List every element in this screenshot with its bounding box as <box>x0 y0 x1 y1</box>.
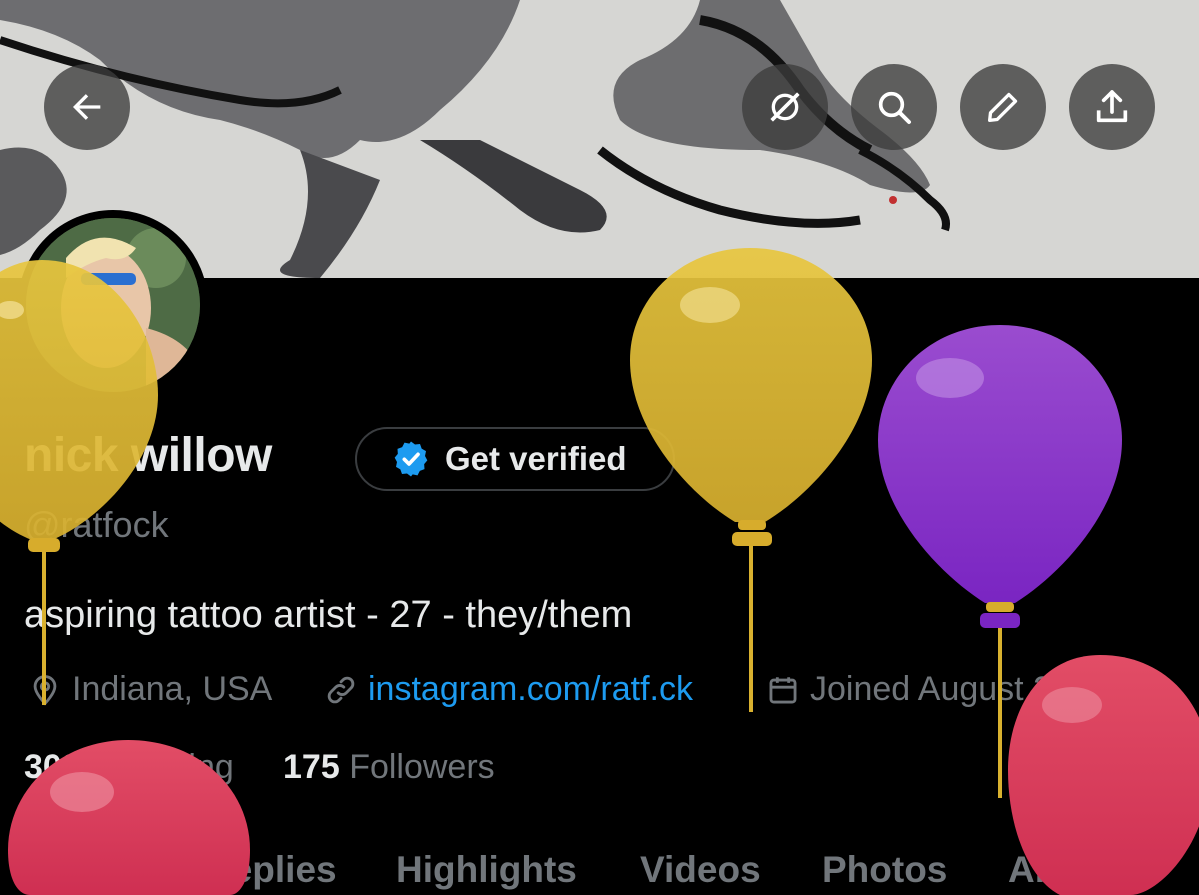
tab-replies[interactable]: Replies <box>205 849 337 891</box>
tab-posts[interactable]: Posts <box>46 849 147 891</box>
profile-bio: aspiring tattoo artist - 27 - they/them <box>24 594 633 636</box>
tab-photos[interactable]: Photos <box>822 849 947 891</box>
share-button[interactable] <box>1069 64 1155 150</box>
joined-item: Joined August 2020 <box>766 670 1145 709</box>
pencil-icon <box>988 92 1018 123</box>
location-pin-icon <box>33 674 57 705</box>
followers-count: 175 <box>283 748 340 786</box>
search-icon <box>878 91 911 124</box>
tab-highlights[interactable]: Highlights <box>396 849 577 891</box>
grok-button[interactable] <box>742 64 828 150</box>
followers-link[interactable]: 175 Followers <box>283 748 495 787</box>
link-icon <box>327 676 355 703</box>
joined-text: Joined August 2020 <box>810 670 1109 708</box>
profile-name: nick willow <box>24 429 272 482</box>
website-item[interactable]: instagram.com/ratf.ck <box>324 670 693 709</box>
location-text: Indiana, USA <box>72 670 273 708</box>
get-verified-button[interactable]: Get verified <box>355 427 675 491</box>
location-item: Indiana, USA <box>28 670 272 709</box>
avatar-photo <box>26 218 200 392</box>
verified-badge-icon <box>394 441 428 477</box>
balloon-purple <box>878 325 1122 798</box>
calendar-icon <box>769 676 797 703</box>
profile-avatar[interactable] <box>18 210 208 400</box>
website-link[interactable]: instagram.com/ratf.ck <box>368 670 693 709</box>
profile-tabs: Posts Replies Highlights Videos Photos A… <box>0 845 1199 895</box>
tab-videos[interactable]: Videos <box>640 849 761 891</box>
following-label: Following <box>90 748 234 786</box>
share-icon <box>1096 90 1128 123</box>
search-button[interactable] <box>851 64 937 150</box>
back-button[interactable] <box>44 64 130 150</box>
followers-label: Followers <box>349 748 495 786</box>
following-count: 308 <box>24 748 81 786</box>
profile-handle: @ratfock <box>24 504 169 545</box>
get-verified-label: Get verified <box>445 440 627 477</box>
edit-profile-button[interactable] <box>960 64 1046 150</box>
following-link[interactable]: 308 Following <box>24 748 234 787</box>
grok-icon <box>770 92 800 122</box>
tab-articles[interactable]: Articles <box>1008 849 1144 891</box>
chevron-right-icon[interactable] <box>1119 677 1145 703</box>
arrow-left-icon <box>73 94 101 120</box>
